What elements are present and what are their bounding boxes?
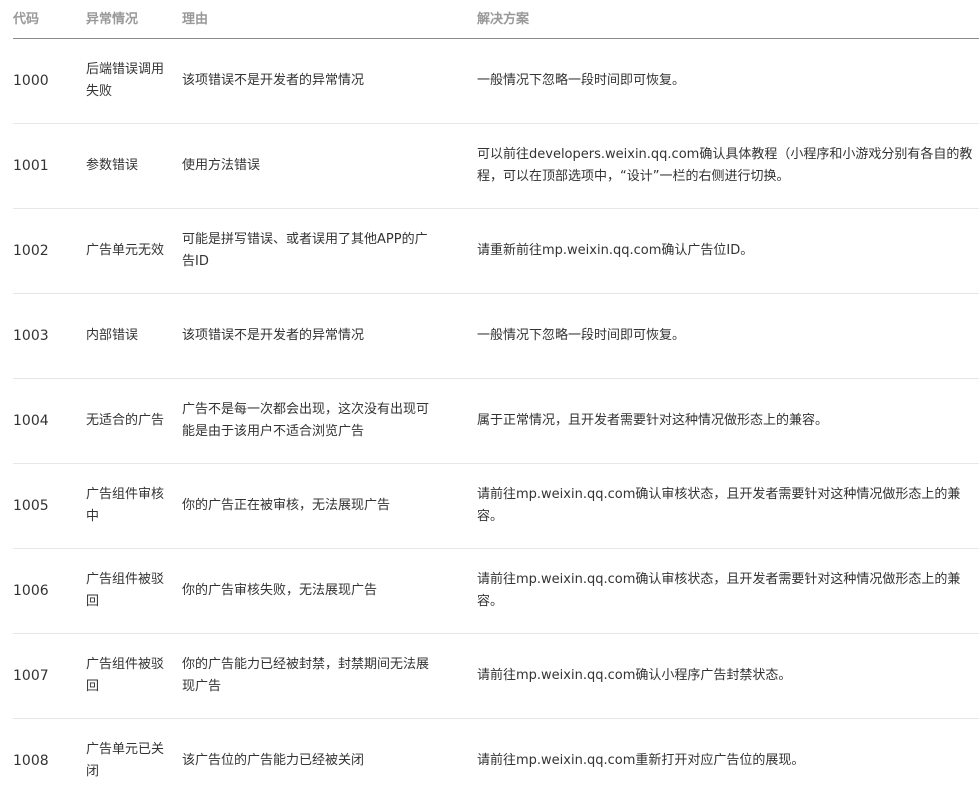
cell-code: 1001 (13, 124, 86, 209)
cell-exception: 广告组件被驳回 (86, 549, 182, 634)
cell-reason: 该广告位的广告能力已经被关闭 (182, 719, 477, 803)
table-row: 1005 广告组件审核中 你的广告正在被审核，无法展现广告 请前往mp.weix… (13, 464, 979, 549)
cell-solution: 一般情况下忽略一段时间即可恢复。 (477, 39, 979, 124)
cell-solution: 请前往mp.weixin.qq.com确认小程序广告封禁状态。 (477, 634, 979, 719)
cell-reason: 使用方法错误 (182, 124, 477, 209)
error-code-table: 代码 异常情况 理由 解决方案 1000 后端错误调用失败 该项错误不是开发者的… (13, 0, 979, 803)
cell-exception: 内部错误 (86, 294, 182, 379)
header-code: 代码 (13, 0, 86, 39)
cell-solution: 可以前往developers.weixin.qq.com确认具体教程（小程序和小… (477, 124, 979, 209)
cell-reason: 该项错误不是开发者的异常情况 (182, 294, 477, 379)
cell-reason: 你的广告审核失败，无法展现广告 (182, 549, 477, 634)
cell-code: 1002 (13, 209, 86, 294)
cell-exception: 后端错误调用失败 (86, 39, 182, 124)
table-header: 代码 异常情况 理由 解决方案 (13, 0, 979, 39)
header-solution: 解决方案 (477, 0, 979, 39)
cell-code: 1003 (13, 294, 86, 379)
header-exception: 异常情况 (86, 0, 182, 39)
cell-reason: 该项错误不是开发者的异常情况 (182, 39, 477, 124)
table-row: 1007 广告组件被驳回 你的广告能力已经被封禁，封禁期间无法展现广告 请前往m… (13, 634, 979, 719)
cell-code: 1007 (13, 634, 86, 719)
cell-exception: 广告组件审核中 (86, 464, 182, 549)
error-code-table-container: 代码 异常情况 理由 解决方案 1000 后端错误调用失败 该项错误不是开发者的… (0, 0, 979, 775)
table-row: 1000 后端错误调用失败 该项错误不是开发者的异常情况 一般情况下忽略一段时间… (13, 39, 979, 124)
cell-solution: 请前往mp.weixin.qq.com重新打开对应广告位的展现。 (477, 719, 979, 803)
table-row: 1001 参数错误 使用方法错误 可以前往developers.weixin.q… (13, 124, 979, 209)
cell-exception: 参数错误 (86, 124, 182, 209)
table-row: 1006 广告组件被驳回 你的广告审核失败，无法展现广告 请前往mp.weixi… (13, 549, 979, 634)
cell-exception: 广告组件被驳回 (86, 634, 182, 719)
cell-code: 1000 (13, 39, 86, 124)
cell-solution: 属于正常情况，且开发者需要针对这种情况做形态上的兼容。 (477, 379, 979, 464)
cell-code: 1006 (13, 549, 86, 634)
cell-reason: 可能是拼写错误、或者误用了其他APP的广告ID (182, 209, 477, 294)
cell-solution: 一般情况下忽略一段时间即可恢复。 (477, 294, 979, 379)
table-row: 1003 内部错误 该项错误不是开发者的异常情况 一般情况下忽略一段时间即可恢复… (13, 294, 979, 379)
table-row: 1008 广告单元已关闭 该广告位的广告能力已经被关闭 请前往mp.weixin… (13, 719, 979, 803)
cell-solution: 请前往mp.weixin.qq.com确认审核状态，且开发者需要针对这种情况做形… (477, 464, 979, 549)
cell-solution: 请前往mp.weixin.qq.com确认审核状态，且开发者需要针对这种情况做形… (477, 549, 979, 634)
cell-exception: 广告单元已关闭 (86, 719, 182, 803)
table-row: 1004 无适合的广告 广告不是每一次都会出现，这次没有出现可能是由于该用户不适… (13, 379, 979, 464)
cell-code: 1004 (13, 379, 86, 464)
cell-reason: 你的广告正在被审核，无法展现广告 (182, 464, 477, 549)
table-body: 1000 后端错误调用失败 该项错误不是开发者的异常情况 一般情况下忽略一段时间… (13, 39, 979, 803)
cell-reason: 你的广告能力已经被封禁，封禁期间无法展现广告 (182, 634, 477, 719)
header-row: 代码 异常情况 理由 解决方案 (13, 0, 979, 39)
cell-exception: 无适合的广告 (86, 379, 182, 464)
cell-code: 1005 (13, 464, 86, 549)
cell-exception: 广告单元无效 (86, 209, 182, 294)
cell-code: 1008 (13, 719, 86, 803)
table-row: 1002 广告单元无效 可能是拼写错误、或者误用了其他APP的广告ID 请重新前… (13, 209, 979, 294)
cell-reason: 广告不是每一次都会出现，这次没有出现可能是由于该用户不适合浏览广告 (182, 379, 477, 464)
cell-solution: 请重新前往mp.weixin.qq.com确认广告位ID。 (477, 209, 979, 294)
header-reason: 理由 (182, 0, 477, 39)
